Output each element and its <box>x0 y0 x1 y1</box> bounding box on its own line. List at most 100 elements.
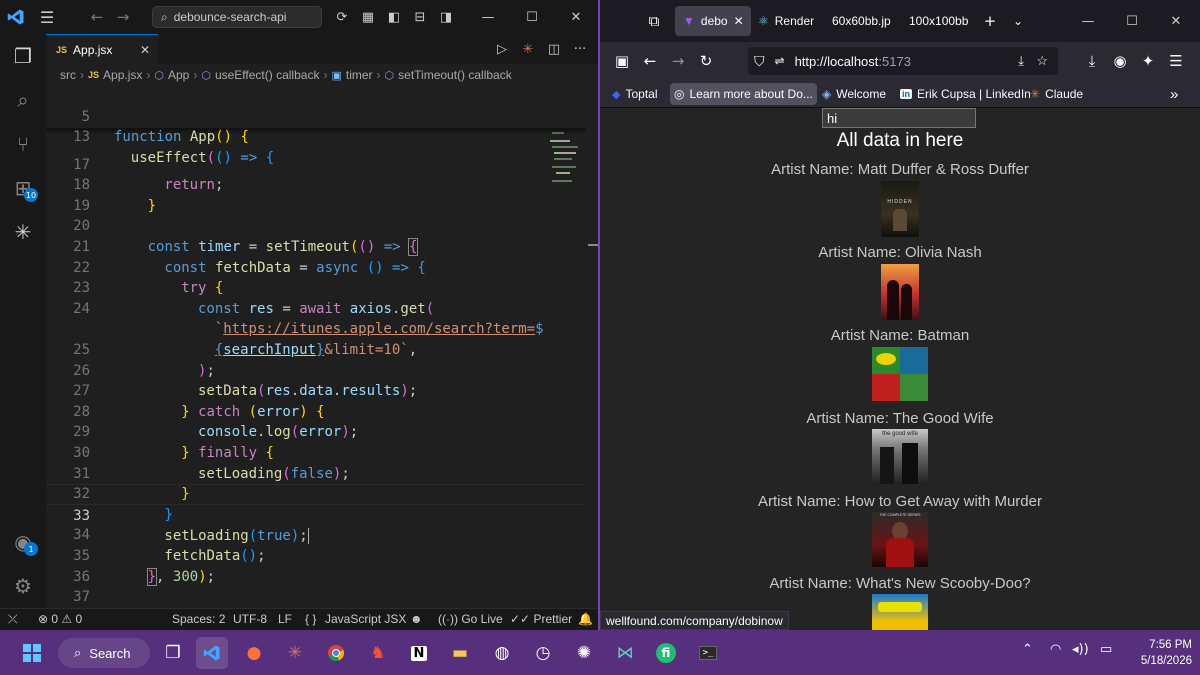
forward-arrow-icon[interactable]: → <box>110 8 136 26</box>
tab-app-jsx[interactable]: JS App.jsx ✕ <box>46 34 158 64</box>
close-icon[interactable]: ✕ <box>554 0 598 34</box>
bookmark-star-icon[interactable]: ☆ <box>1036 53 1048 69</box>
windows-start-icon[interactable] <box>16 637 48 669</box>
account-icon[interactable]: ◉ <box>1108 49 1132 73</box>
run-icon[interactable]: ▷ <box>492 42 512 57</box>
claude-code-icon[interactable]: ✳ <box>518 42 538 57</box>
openai-taskbar-icon[interactable]: ✺ <box>568 637 600 669</box>
explorer-icon[interactable]: ❐ <box>0 36 46 76</box>
command-center-search[interactable]: ⌕ debounce-search-api <box>152 6 322 28</box>
code-line: 32 } <box>73 486 173 523</box>
firefox-taskbar-icon[interactable]: ● <box>238 637 270 669</box>
vscode-taskbar-icon[interactable] <box>196 637 228 669</box>
search-icon[interactable]: ⌕ <box>0 80 46 120</box>
minimize-icon[interactable]: — <box>1066 4 1110 38</box>
firefox-view-icon[interactable]: ⧉ <box>642 9 666 33</box>
copilot-icon[interactable]: ⟳ <box>330 10 354 25</box>
source-control-icon[interactable]: ⑂ <box>0 124 46 164</box>
application-menu-icon[interactable]: ☰ <box>1164 49 1188 73</box>
extensions-icon[interactable]: ⊞ 10 <box>0 168 46 208</box>
toggle-secondary-sidebar-icon[interactable]: ◨ <box>434 10 458 25</box>
tab-close-icon[interactable]: ✕ <box>734 14 744 28</box>
remote-icon[interactable]: ⤫ <box>8 612 18 627</box>
maximize-icon[interactable]: ☐ <box>510 0 554 34</box>
site-permissions-icon[interactable]: ⇌ <box>775 54 785 68</box>
prettier-button[interactable]: ✓✓ Prettier <box>510 612 572 626</box>
customize-layout-icon[interactable]: ▦ <box>356 10 380 25</box>
downloads-icon[interactable]: ⤓ <box>1080 49 1104 73</box>
breadcrumb-item[interactable]: src <box>60 68 76 82</box>
back-arrow-icon[interactable]: ← <box>84 8 110 26</box>
language-mode[interactable]: JavaScript JSX <box>325 612 406 626</box>
breadcrumb-item[interactable]: useEffect() callback <box>215 68 320 82</box>
editor-scrollbar[interactable] <box>586 86 598 608</box>
split-editor-icon[interactable]: ◫ <box>544 42 564 57</box>
sidebar-icon[interactable]: ▣ <box>610 49 634 73</box>
minimize-icon[interactable]: — <box>466 0 510 34</box>
tab-render[interactable]: ⚛ Render <box>758 6 814 36</box>
tab-60x60-image[interactable]: 60x60bb.jp <box>832 6 891 36</box>
tab-100x100-image[interactable]: 100x100bb <box>909 6 968 36</box>
eol-status[interactable]: LF <box>278 612 292 626</box>
code-line: 26 setData(res.data.results); <box>73 362 418 400</box>
tab-debounce[interactable]: ▼ debo ✕ <box>675 6 751 36</box>
show-hidden-icons-chevron[interactable]: ⌃ <box>1022 642 1033 657</box>
claude-taskbar-icon[interactable]: ✳ <box>279 637 311 669</box>
toggle-primary-sidebar-icon[interactable]: ◧ <box>382 10 406 25</box>
save-to-pocket-icon[interactable]: ⤓ <box>1018 53 1024 69</box>
more-bookmarks-chevron-icon[interactable]: » <box>1170 83 1178 105</box>
settings-gear-icon[interactable]: ⚙ <box>0 566 46 606</box>
back-arrow-icon[interactable]: ← <box>638 49 662 73</box>
taskbar-search[interactable]: ⌕ Search <box>58 638 150 668</box>
accounts-icon[interactable]: ◉ 1 <box>0 522 46 562</box>
bookmark-learn-more[interactable]: ◎ Learn more about Do... <box>670 83 817 105</box>
new-tab-plus-icon[interactable]: + <box>978 9 1002 33</box>
maximize-icon[interactable]: ☐ <box>1110 4 1154 38</box>
breadcrumb-item[interactable]: setTimeout() callback <box>398 68 512 82</box>
problems-indicator[interactable]: ⊗ 0 ⚠ 0 <box>38 612 82 626</box>
task-view-icon[interactable]: ❐ <box>157 637 189 669</box>
butterfly-app-icon[interactable]: ⋈ <box>609 637 641 669</box>
url-bar[interactable]: ⛉ ⇌ http://localhost:5173 ⤓ ☆ <box>748 47 1058 75</box>
menu-icon[interactable]: ☰ <box>32 8 62 27</box>
close-icon[interactable]: ✕ <box>1154 4 1198 38</box>
clock-app-icon[interactable]: ◷ <box>527 637 559 669</box>
breadcrumb-item[interactable]: App.jsx <box>103 68 142 82</box>
editor-tabs: JS App.jsx ✕ ▷ ✳ ◫ ··· <box>46 34 598 64</box>
more-actions-icon[interactable]: ··· <box>570 42 590 57</box>
github-taskbar-icon[interactable]: ◍ <box>486 637 518 669</box>
bookmark-claude[interactable]: ✳ Claude <box>1030 83 1083 105</box>
file-explorer-icon[interactable]: ▬ <box>444 637 476 669</box>
code-line: 29 } finally { <box>73 424 274 461</box>
breadcrumb-item[interactable]: timer <box>346 68 373 82</box>
terminal-taskbar-icon[interactable]: >_ <box>692 637 724 669</box>
bookmark-toptal[interactable]: ◆ Toptal <box>612 83 658 105</box>
search-input[interactable] <box>822 108 976 128</box>
toggle-panel-icon[interactable]: ⊟ <box>408 10 432 25</box>
chrome-taskbar-icon[interactable] <box>320 637 352 669</box>
code-editor[interactable]: 5 function App() { 13 useEffect(() => { … <box>46 86 586 608</box>
indentation-status[interactable]: Spaces: 2 <box>172 612 225 626</box>
go-live-button[interactable]: ((·)) Go Live <box>438 612 503 626</box>
claude-icon[interactable]: ✳ <box>0 212 46 252</box>
shield-icon[interactable]: ⛉ <box>754 53 765 70</box>
artwork-image: THE COMPLETE SERIES <box>872 512 928 567</box>
breadcrumb-item[interactable]: App <box>168 68 189 82</box>
brave-taskbar-icon[interactable]: ♞ <box>362 637 394 669</box>
encoding-status[interactable]: UTF-8 <box>233 612 267 626</box>
bookmark-welcome[interactable]: ◈ Welcome <box>822 83 886 105</box>
battery-icon[interactable]: ▭ <box>1100 642 1112 657</box>
reload-icon[interactable]: ↻ <box>694 49 718 73</box>
list-tabs-chevron-icon[interactable]: ⌄ <box>1006 9 1030 33</box>
tab-close-icon[interactable]: ✕ <box>140 43 150 57</box>
extensions-puzzle-icon[interactable]: ✦ <box>1136 49 1160 73</box>
notifications-bell-icon[interactable]: 🔔 <box>578 612 593 626</box>
forward-arrow-icon[interactable]: → <box>666 49 690 73</box>
copilot-status-icon[interactable]: ☻ <box>410 612 423 626</box>
system-clock[interactable]: 7:56 PM 5/18/2026 <box>1128 637 1192 669</box>
bookmark-linkedin[interactable]: in Erik Cupsa | LinkedIn <box>900 83 1031 105</box>
fiverr-taskbar-icon[interactable]: fi <box>650 637 682 669</box>
wifi-icon[interactable]: ◠ <box>1050 642 1061 657</box>
notion-taskbar-icon[interactable]: N <box>403 637 435 669</box>
volume-icon[interactable]: ◂)) <box>1072 642 1089 657</box>
